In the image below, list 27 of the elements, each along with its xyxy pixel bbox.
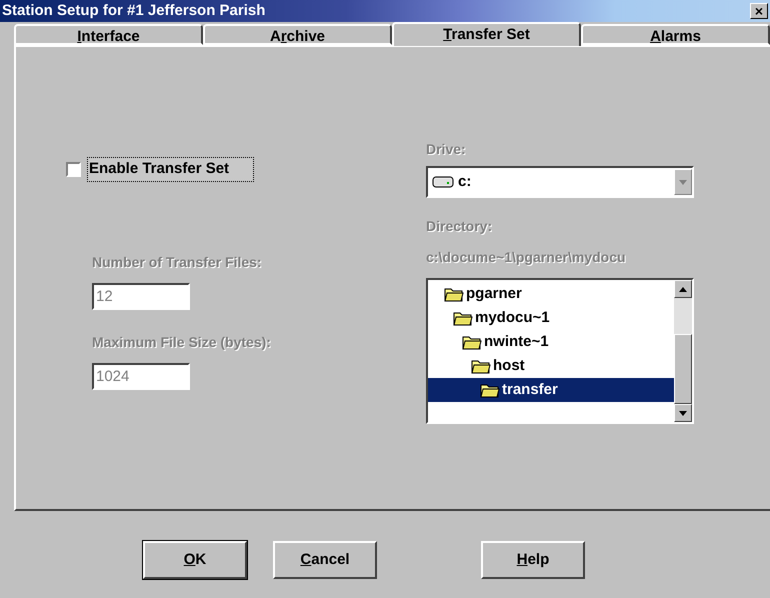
- folder-icon: [444, 286, 464, 302]
- scroll-down-icon[interactable]: [674, 404, 692, 422]
- folder-icon: [453, 310, 473, 326]
- directory-path: c:\docume~1\pgarner\mydocu: [426, 248, 627, 267]
- dialog-button[interactable]: Help: [481, 541, 585, 579]
- drive-value: c:: [458, 172, 472, 192]
- drive-label: Drive:: [426, 140, 467, 159]
- tab[interactable]: Alarms: [581, 24, 770, 45]
- checkbox-label[interactable]: Enable Transfer Set: [87, 157, 254, 182]
- field-label: Number of Transfer Files:: [92, 252, 263, 272]
- folder-icon: [480, 382, 500, 398]
- close-button[interactable]: ×: [750, 3, 768, 19]
- checkbox[interactable]: [66, 162, 81, 177]
- scroll-thumb[interactable]: [674, 334, 692, 404]
- scroll-up-icon[interactable]: [674, 280, 692, 298]
- directory-label: Directory:: [426, 217, 494, 236]
- drive-icon: [432, 176, 454, 188]
- field-label: Maximum File Size (bytes):: [92, 332, 272, 352]
- window-title: Station Setup for #1 Jefferson Parish: [2, 0, 266, 21]
- dialog-button[interactable]: Cancel: [273, 541, 377, 579]
- tab[interactable]: Transfer Set: [392, 22, 581, 46]
- folder-icon: [462, 334, 482, 350]
- tab[interactable]: Interface: [14, 24, 203, 45]
- folder-icon: [471, 358, 491, 374]
- tab[interactable]: Archive: [203, 24, 392, 45]
- dialog-button[interactable]: OK: [143, 541, 247, 579]
- scrollbar[interactable]: [674, 280, 692, 422]
